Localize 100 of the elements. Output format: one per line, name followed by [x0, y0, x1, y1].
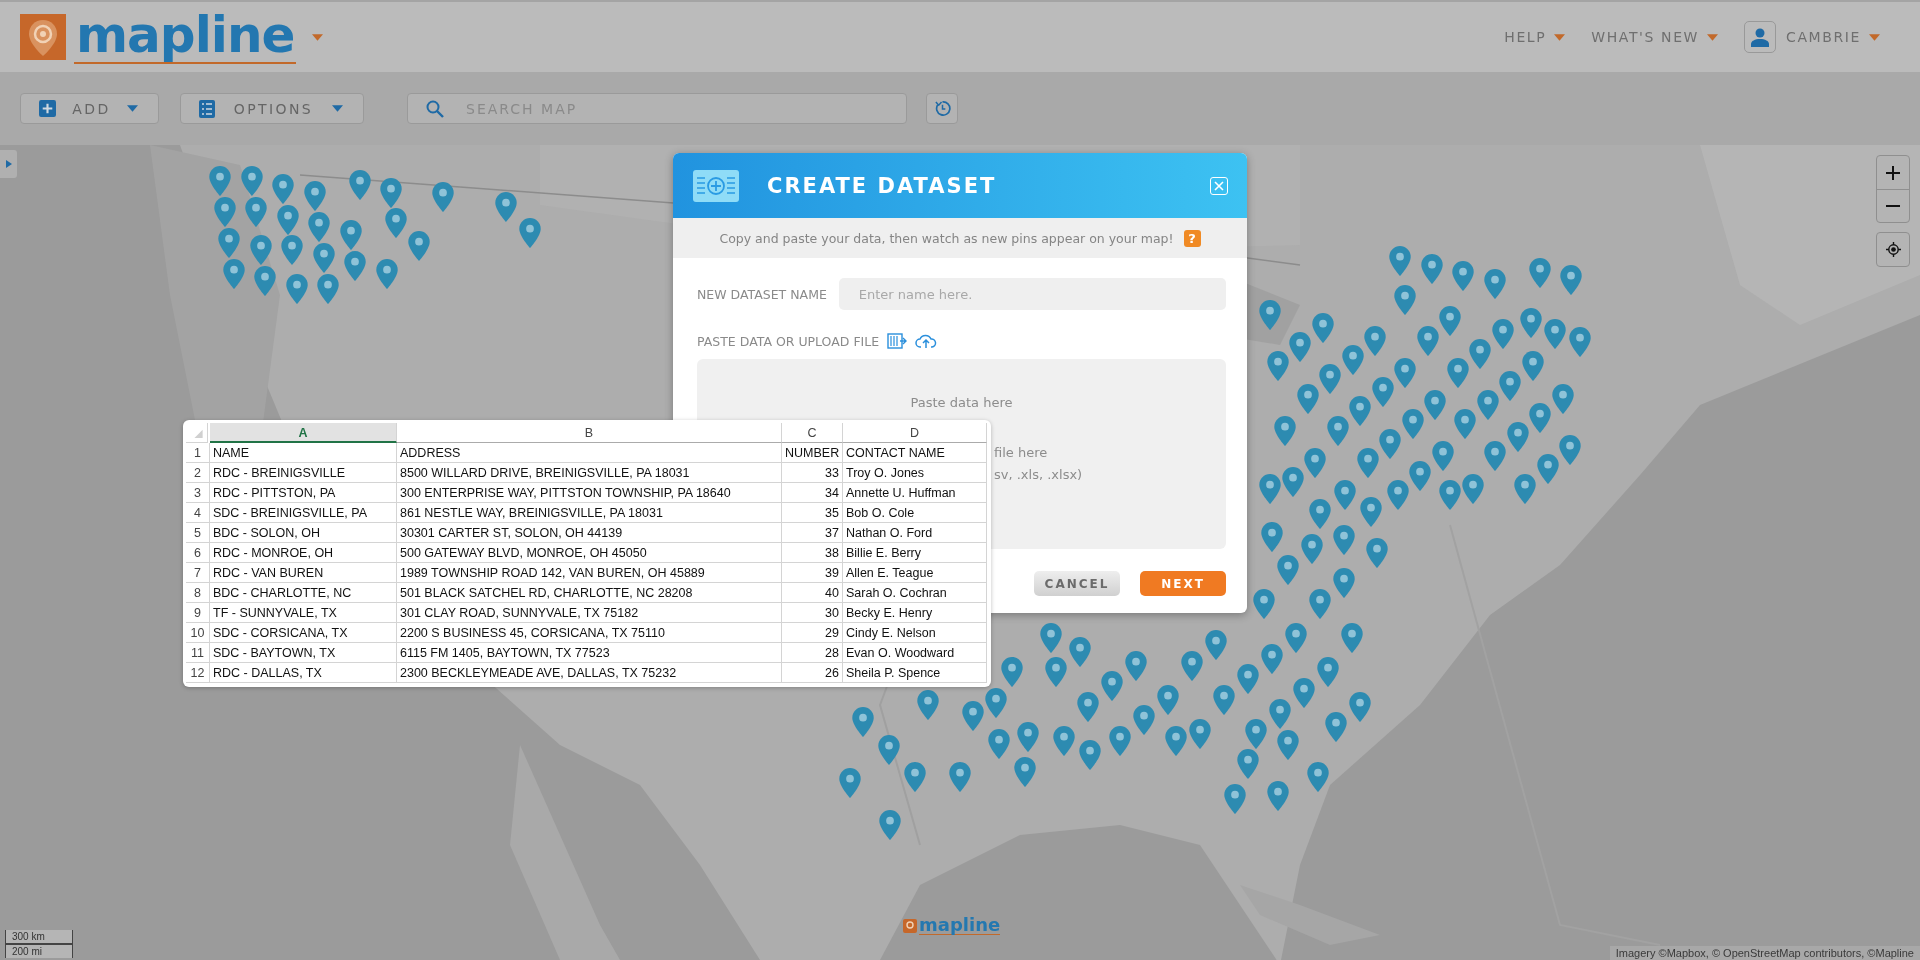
map-pin-icon[interactable]	[1001, 657, 1023, 687]
map-pin-icon[interactable]	[985, 688, 1007, 718]
map-pin-icon[interactable]	[1224, 784, 1246, 814]
add-button[interactable]: ADD	[20, 93, 159, 124]
map-pin-icon[interactable]	[1304, 448, 1326, 478]
map-pin-icon[interactable]	[380, 178, 402, 208]
map-pin-icon[interactable]	[1424, 390, 1446, 420]
map-pin-icon[interactable]	[1477, 390, 1499, 420]
close-button[interactable]	[1210, 176, 1228, 195]
map-pin-icon[interactable]	[1357, 448, 1379, 478]
map-pin-icon[interactable]	[376, 259, 398, 289]
map-pin-icon[interactable]	[1317, 657, 1339, 687]
map-pin-icon[interactable]	[277, 205, 299, 235]
map-pin-icon[interactable]	[241, 166, 263, 196]
map-pin-icon[interactable]	[214, 197, 236, 227]
nav-menu[interactable]: HELP	[1504, 29, 1566, 45]
map-pin-icon[interactable]	[1462, 474, 1484, 504]
map-pin-icon[interactable]	[286, 274, 308, 304]
map-pin-icon[interactable]	[340, 220, 362, 250]
column-header[interactable]: B	[397, 423, 782, 443]
map-pin-icon[interactable]	[1544, 319, 1566, 349]
map-pin-icon[interactable]	[1409, 461, 1431, 491]
map-pin-icon[interactable]	[304, 181, 326, 211]
map-pin-icon[interactable]	[839, 768, 861, 798]
map-pin-icon[interactable]	[1333, 568, 1355, 598]
map-pin-icon[interactable]	[917, 690, 939, 720]
map-pin-icon[interactable]	[1277, 730, 1299, 760]
map-pin-icon[interactable]	[1394, 358, 1416, 388]
nav-menu[interactable]: WHAT'S NEW	[1591, 29, 1719, 45]
map-pin-icon[interactable]	[1454, 409, 1476, 439]
map-pin-icon[interactable]	[495, 192, 517, 222]
map-pin-icon[interactable]	[1237, 664, 1259, 694]
map-pin-icon[interactable]	[245, 197, 267, 227]
map-pin-icon[interactable]	[385, 208, 407, 238]
map-pin-icon[interactable]	[1014, 757, 1036, 787]
map-pin-icon[interactable]	[313, 243, 335, 273]
map-pin-icon[interactable]	[1334, 480, 1356, 510]
help-button[interactable]: ?	[1183, 229, 1201, 247]
reset-button[interactable]	[926, 93, 958, 124]
next-button[interactable]: NEXT	[1140, 571, 1226, 596]
map-pin-icon[interactable]	[1529, 258, 1551, 288]
map-pin-icon[interactable]	[1053, 726, 1075, 756]
map-pin-icon[interactable]	[1325, 712, 1347, 742]
map-pin-icon[interactable]	[1069, 637, 1091, 667]
map-pin-icon[interactable]	[1307, 762, 1329, 792]
map-pin-icon[interactable]	[1529, 403, 1551, 433]
column-header[interactable]: D	[843, 423, 987, 443]
map-pin-icon[interactable]	[962, 701, 984, 731]
map-pin-icon[interactable]	[1439, 306, 1461, 336]
map-pin-icon[interactable]	[852, 707, 874, 737]
map-pin-icon[interactable]	[1327, 416, 1349, 446]
options-button[interactable]: OPTIONS	[180, 93, 364, 124]
user-menu[interactable]: CAMBRIE	[1786, 29, 1880, 45]
map-pin-icon[interactable]	[1261, 522, 1283, 552]
map-pin-icon[interactable]	[408, 231, 430, 261]
map-pin-icon[interactable]	[218, 228, 240, 258]
paste-icon[interactable]	[887, 333, 908, 349]
map-pin-icon[interactable]	[1274, 416, 1296, 446]
map-pin-icon[interactable]	[1245, 719, 1267, 749]
map-pin-icon[interactable]	[1379, 429, 1401, 459]
map-pin-icon[interactable]	[1439, 480, 1461, 510]
map-pin-icon[interactable]	[1259, 300, 1281, 330]
upload-icon[interactable]	[915, 333, 938, 349]
map-pin-icon[interactable]	[1341, 623, 1363, 653]
map-pin-icon[interactable]	[1125, 651, 1147, 681]
map-pin-icon[interactable]	[1040, 623, 1062, 653]
map-pin-icon[interactable]	[1045, 657, 1067, 687]
map-pin-icon[interactable]	[1267, 351, 1289, 381]
map-pin-icon[interactable]	[1017, 722, 1039, 752]
cancel-button[interactable]: CANCEL	[1034, 571, 1120, 596]
map-pin-icon[interactable]	[1237, 749, 1259, 779]
map-pin-icon[interactable]	[1253, 589, 1275, 619]
map-pin-icon[interactable]	[1560, 265, 1582, 295]
map-pin-icon[interactable]	[1522, 351, 1544, 381]
map-pin-icon[interactable]	[308, 212, 330, 242]
map-pin-icon[interactable]	[1277, 555, 1299, 585]
map-pin-icon[interactable]	[1387, 480, 1409, 510]
map-pin-icon[interactable]	[1293, 678, 1315, 708]
name-field[interactable]: Enter name here.	[838, 278, 1226, 310]
map-pin-icon[interactable]	[1181, 651, 1203, 681]
column-header[interactable]: A	[210, 423, 397, 443]
map-pin-icon[interactable]	[1469, 339, 1491, 369]
map-pin-icon[interactable]	[432, 182, 454, 212]
column-header[interactable]: C	[782, 423, 843, 443]
map-pin-icon[interactable]	[1484, 441, 1506, 471]
map-pin-icon[interactable]	[349, 170, 371, 200]
avatar-button[interactable]	[1744, 21, 1777, 53]
map-pin-icon[interactable]	[1372, 377, 1394, 407]
map-pin-icon[interactable]	[1514, 474, 1536, 504]
map-pin-icon[interactable]	[949, 762, 971, 792]
map-pin-icon[interactable]	[1312, 313, 1334, 343]
map-pin-icon[interactable]	[1520, 308, 1542, 338]
map-pin-icon[interactable]	[1417, 326, 1439, 356]
map-pin-icon[interactable]	[1389, 246, 1411, 276]
map-pin-icon[interactable]	[1349, 692, 1371, 722]
map-pin-icon[interactable]	[1421, 254, 1443, 284]
map-pin-icon[interactable]	[1402, 409, 1424, 439]
map-pin-icon[interactable]	[1267, 781, 1289, 811]
map-pin-icon[interactable]	[1282, 467, 1304, 497]
map-pin-icon[interactable]	[1285, 623, 1307, 653]
